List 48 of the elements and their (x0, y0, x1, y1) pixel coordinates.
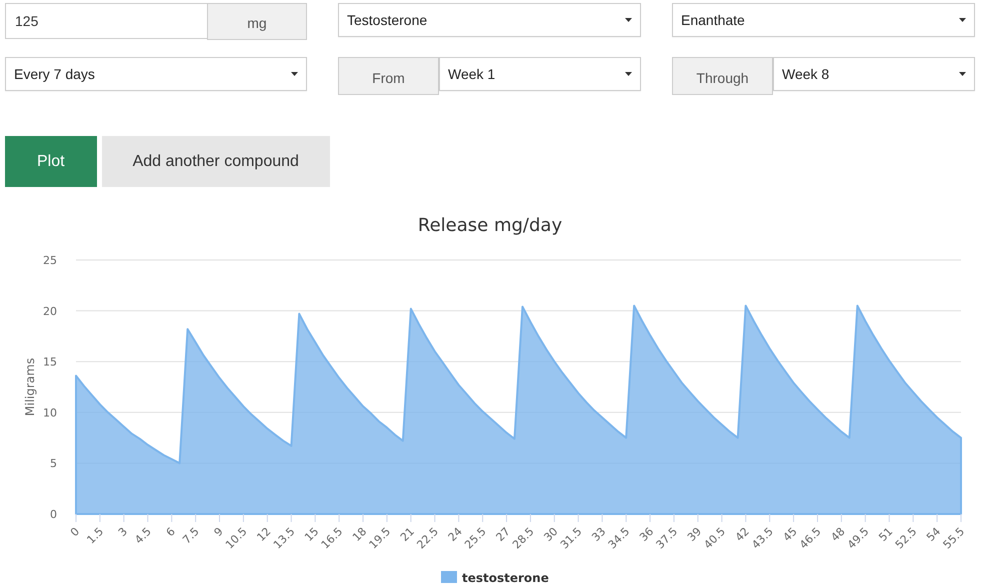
dropdown-select[interactable]: Week 8 (773, 57, 975, 91)
x-axis-tick-label: 39 (684, 524, 704, 544)
y-axis-title: Miligrams (23, 358, 37, 416)
x-axis-tick-label: 7.5 (180, 524, 202, 546)
x-axis-tick-label: 54 (924, 524, 944, 544)
dropdown-select[interactable]: Every 7 days (5, 57, 307, 91)
caret-icon (625, 72, 632, 76)
y-axis-tick-label: 5 (50, 457, 57, 470)
dose-input[interactable]: 125 (5, 3, 207, 39)
dropdown-select[interactable]: Enanthate (672, 3, 975, 37)
dropdown-select[interactable]: Testosterone (338, 3, 641, 37)
from-label: From (338, 57, 439, 95)
add-compound-button[interactable]: Add another compound (102, 136, 330, 187)
caret-icon (959, 72, 966, 76)
x-axis-tick-label: 1.5 (84, 524, 106, 546)
y-axis-tick-label: 20 (43, 304, 57, 318)
x-axis-tick-label: 48 (828, 524, 848, 544)
plot-button[interactable]: Plot (5, 136, 97, 187)
x-axis-tick-label: 36 (637, 524, 656, 544)
y-axis-tick-label: 0 (50, 508, 57, 521)
x-axis-tick-label: 21 (398, 524, 417, 544)
x-axis-tick-label: 12 (254, 524, 274, 544)
through-label: Through (672, 57, 773, 95)
caret-icon (291, 72, 298, 76)
y-axis-tick-label: 10 (43, 406, 57, 420)
unit-label: mg (207, 3, 307, 40)
dropdown-select[interactable]: Week 1 (439, 57, 641, 91)
x-axis-tick-label: 45 (780, 524, 800, 544)
x-axis-tick-label: 42 (732, 524, 752, 544)
x-axis-tick-label: 33 (589, 524, 608, 544)
chart-title: Release mg/day (418, 215, 562, 236)
x-axis-tick-label: 27 (494, 524, 513, 544)
x-axis-tick-label: 15 (302, 524, 322, 544)
x-axis-tick-label: 18 (350, 524, 370, 544)
x-axis-tick-label: 0 (68, 524, 82, 540)
y-axis-tick-label: 25 (43, 254, 57, 267)
x-axis-tick-label: 3 (116, 524, 130, 540)
x-axis-tick-label: 4.5 (132, 524, 154, 546)
legend-label[interactable]: testosterone (462, 571, 549, 585)
x-axis-tick-label: 24 (446, 524, 465, 544)
x-axis-tick-label: 9 (212, 524, 226, 540)
x-axis-tick-label: 30 (541, 524, 560, 544)
x-axis-tick-label: 6 (164, 524, 178, 540)
y-axis-tick-label: 15 (43, 356, 57, 369)
caret-icon (959, 18, 966, 22)
x-axis-tick-label: 51 (876, 524, 896, 544)
caret-icon (625, 18, 632, 22)
legend-swatch[interactable] (441, 571, 457, 583)
